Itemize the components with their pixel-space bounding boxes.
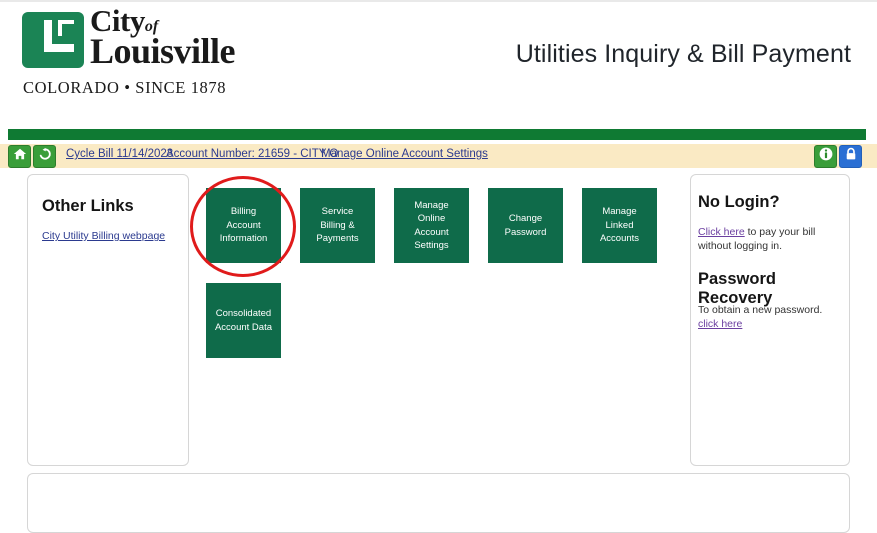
tile-label-line: Account Data: [214, 321, 273, 333]
action-tile-grid: Billing Account Information Service Billing …: [206, 188, 678, 358]
no-login-description: Click here to pay your bill without logg…: [698, 225, 845, 253]
page-header: Cityof Louisville COLORADO • SINCE 1878 …: [0, 2, 877, 120]
refresh-history-button[interactable]: [33, 145, 56, 168]
brand-tagline: COLORADO • SINCE 1878: [23, 78, 227, 97]
tile-billing-account-information[interactable]: Billing Account Information: [206, 188, 281, 263]
lock-button[interactable]: [839, 145, 862, 168]
pay-without-login-link[interactable]: Click here: [698, 226, 745, 238]
tile-label-line: Online: [417, 213, 446, 225]
tile-consolidated-account-data[interactable]: Consolidated Account Data: [206, 283, 281, 358]
page-title: Utilities Inquiry & Bill Payment: [515, 40, 851, 68]
other-links-panel: Other Links City Utility Billing webpage: [27, 174, 189, 466]
home-button[interactable]: [8, 145, 31, 168]
lock-icon: [844, 147, 858, 166]
tile-label: Service Billing & Payments: [316, 205, 358, 245]
tile-label-line: Information: [219, 233, 268, 245]
tile-label-line: Settings: [414, 239, 449, 251]
city-utility-billing-webpage-link[interactable]: City Utility Billing webpage: [42, 230, 165, 242]
brand-divider-bar: [8, 129, 866, 140]
password-recovery-text-head: To obtain a new password.: [698, 304, 823, 316]
tile-change-password[interactable]: Change Password: [488, 188, 563, 263]
nav-link-manage-online-account-settings[interactable]: Manage Online Account Settings: [321, 148, 488, 160]
info-button[interactable]: [814, 145, 837, 168]
tile-label-line: Accounts: [599, 233, 640, 245]
tile-label-line: Billing: [230, 206, 257, 218]
tile-label-line: Account: [414, 226, 449, 238]
refresh-history-icon: [38, 147, 52, 166]
tile-label: Manage Linked Accounts: [600, 205, 639, 245]
tile-label-line: Payments: [316, 233, 359, 245]
info-icon: [818, 146, 834, 167]
tile-label-line: Account: [226, 219, 261, 231]
tile-label: Change Password: [505, 212, 547, 239]
brand-logo-block[interactable]: Cityof Louisville COLORADO • SINCE 1878: [22, 5, 282, 106]
tile-label: Billing Account Information: [220, 205, 268, 245]
tile-label: Consolidated Account Data: [215, 307, 272, 334]
tile-label-line: Linked: [605, 219, 634, 231]
tile-label-line: Billing &: [320, 219, 355, 231]
brand-line-louisville: Louisville: [90, 31, 236, 72]
nav-link-cycle-bill[interactable]: Cycle Bill 11/14/2023: [66, 148, 173, 160]
breadcrumb-nav-bar: Cycle Bill 11/14/2023 Account Number: 21…: [0, 144, 877, 168]
tile-label-line: Manage: [414, 199, 449, 211]
no-login-password-recovery-panel: No Login? Click here to pay your bill wi…: [690, 174, 850, 466]
city-louisville-logo-icon: [22, 10, 84, 70]
tile-service-billing-payments[interactable]: Service Billing & Payments: [300, 188, 375, 263]
password-recovery-link[interactable]: click here: [698, 318, 742, 330]
nav-link-account-number[interactable]: Account Number: 21659 - CITY O: [166, 148, 338, 160]
password-recovery-description: To obtain a new password. click here: [698, 303, 845, 331]
home-icon: [13, 147, 27, 166]
tile-manage-online-account-settings[interactable]: Manage Online Account Settings: [394, 188, 469, 263]
tile-label-line: Change: [508, 213, 543, 225]
bottom-content-panel: [27, 473, 850, 533]
tile-label-line: Password: [504, 226, 547, 238]
tile-label: Manage Online Account Settings: [414, 199, 448, 253]
tile-label-line: Manage: [602, 206, 637, 218]
tile-manage-linked-accounts[interactable]: Manage Linked Accounts: [582, 188, 657, 263]
tile-label-line: Service: [321, 206, 354, 218]
tile-label-line: Consolidated: [215, 308, 272, 320]
no-login-title: No Login?: [698, 193, 780, 211]
brand-wordmark: Cityof Louisville: [90, 5, 290, 72]
other-links-title: Other Links: [42, 197, 134, 215]
